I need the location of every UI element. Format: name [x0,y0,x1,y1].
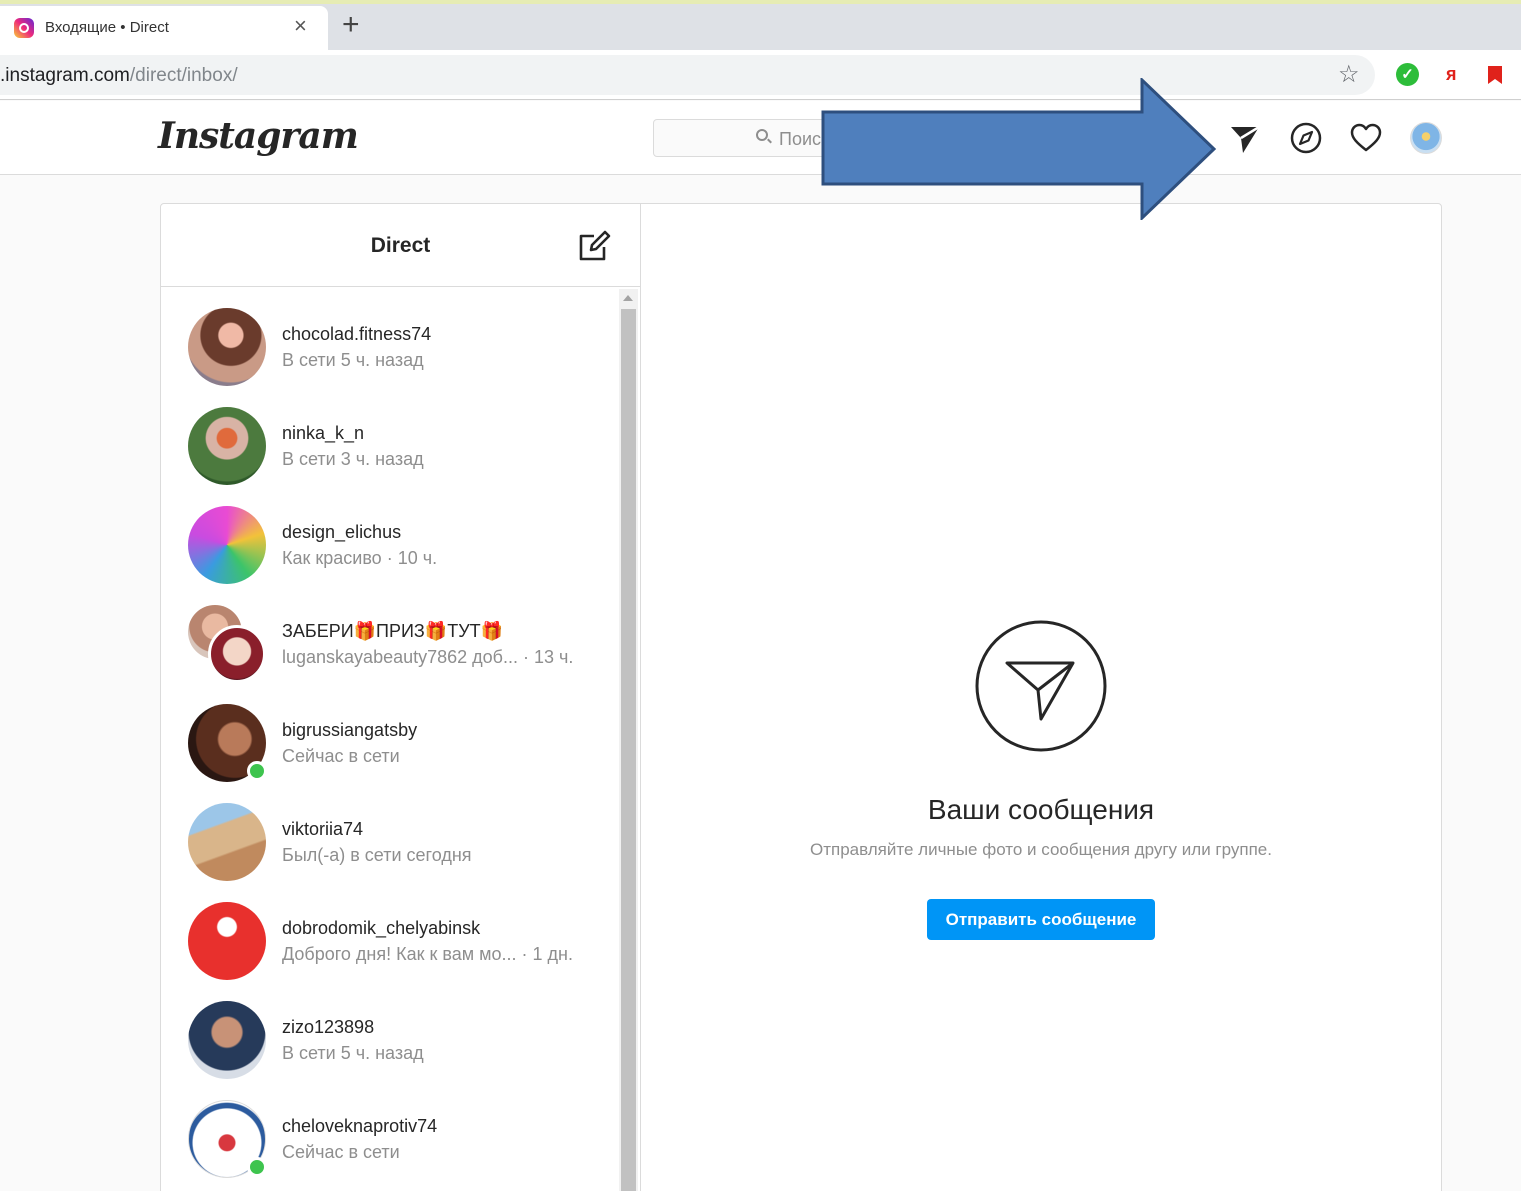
url-text: .instagram.com/direct/inbox/ [0,65,238,87]
check-extension-icon[interactable]: ✓ [1396,63,1419,86]
avatar [188,1001,266,1079]
bookmark-star-icon[interactable]: ☆ [1338,63,1360,87]
compose-new-message-icon[interactable] [577,228,613,264]
conversation-name: design_elichus [282,522,402,542]
tab-title: Входящие • Direct [45,19,169,36]
conversation-sidebar: Direct chocolad.fitness74 В сети 5 ч. на… [161,204,641,1191]
conversation-name: ninka_k_n [282,423,365,443]
conversation-name: ЗАБЕРИ🎁ПРИЗ🎁ТУТ🎁 [282,621,504,641]
conversation-name: bigrussiangatsby [282,720,418,740]
yandex-extension-icon[interactable]: я [1446,64,1457,85]
conversation-item[interactable]: viktoriia74 Был(-а) в сети сегодня [161,803,616,902]
conversation-status: Сейчас в сети [282,746,400,766]
conversation-status: Сейчас в сети [282,1142,400,1162]
browser-tabstrip: Входящие • Direct × + [0,0,1521,50]
scrollbar-thumb[interactable] [621,309,636,1191]
group-avatar-front [208,625,266,683]
conversation-status: Как красиво · 10 ч. [282,548,438,568]
avatar [188,803,266,881]
avatar [188,407,266,485]
browser-tab[interactable]: Входящие • Direct × [0,6,328,50]
url-host: .instagram.com [0,65,130,86]
sidebar-header: Direct [161,204,640,287]
avatar [188,902,266,980]
instagram-logo[interactable]: Instagram [158,115,359,157]
conversation-item[interactable]: chocolad.fitness74 В сети 5 ч. назад [161,308,616,407]
send-message-button[interactable]: Отправить сообщение [927,899,1155,940]
scroll-up-arrow-icon[interactable] [623,295,633,301]
search-icon [756,129,768,141]
conversation-status: В сети 5 ч. назад [282,1043,424,1063]
online-indicator [247,761,267,781]
conversation-item[interactable]: dobrodomik_chelyabinsk Доброго дня! Как … [161,902,616,1001]
conversation-status: Был(-а) в сети сегодня [282,845,472,865]
close-tab-icon[interactable]: × [294,15,307,37]
activity-heart-icon[interactable] [1349,121,1383,155]
avatar [188,308,266,386]
conversation-item[interactable]: bigrussiangatsby Сейчас в сети [161,704,616,803]
direct-panel: Direct chocolad.fitness74 В сети 5 ч. на… [160,203,1442,1191]
conversation-item[interactable]: zizo123898 В сети 5 ч. назад [161,1001,616,1100]
conversation-status: В сети 5 ч. назад [282,350,424,370]
annotation-arrow-icon [821,78,1217,220]
conversation-name: viktoriia74 [282,819,364,839]
search-placeholder: Поис [779,129,822,149]
conversation-item[interactable]: ЗАБЕРИ🎁ПРИЗ🎁ТУТ🎁 luganskayabeauty7862 до… [161,605,616,704]
conversation-item[interactable]: cheloveknaprotiv74 Сейчас в сети [161,1100,616,1191]
conversation-item[interactable]: design_elichus Как красиво · 10 ч. [161,506,616,605]
instagram-favicon-icon [14,18,34,38]
direct-paper-plane-icon[interactable] [1228,121,1262,155]
url-path: /direct/inbox/ [129,65,238,86]
conversation-scrollbar[interactable] [619,289,638,1191]
conversation-name: cheloveknaprotiv74 [282,1116,438,1136]
conversation-item[interactable]: ninka_k_n В сети 3 ч. назад [161,407,616,506]
online-indicator [247,1157,267,1177]
browser-toolbar: .instagram.com/direct/inbox/ [0,50,1521,100]
conversation-name: chocolad.fitness74 [282,324,432,344]
conversation-status: В сети 3 ч. назад [282,449,424,469]
empty-state-title: Ваши сообщения [927,794,1155,825]
conversation-status: luganskayabeauty7862 доб... · 13 ч. [282,647,574,667]
conversation-name: zizo123898 [282,1017,375,1037]
new-tab-icon[interactable]: + [342,10,360,40]
conversation-status: Доброго дня! Как к вам мо... · 1 дн. [282,944,573,964]
profile-avatar[interactable] [1410,122,1442,154]
explore-compass-icon[interactable] [1289,121,1323,155]
paper-plane-icon [975,620,1107,752]
empty-state-subtitle: Отправляйте личные фото и сообщения друг… [810,840,1272,859]
avatar [188,506,266,584]
conversation-name: dobrodomik_chelyabinsk [282,918,481,938]
direct-title: Direct [370,234,431,257]
empty-message-state: Ваши сообщения Отправляйте личные фото и… [641,204,1441,1191]
